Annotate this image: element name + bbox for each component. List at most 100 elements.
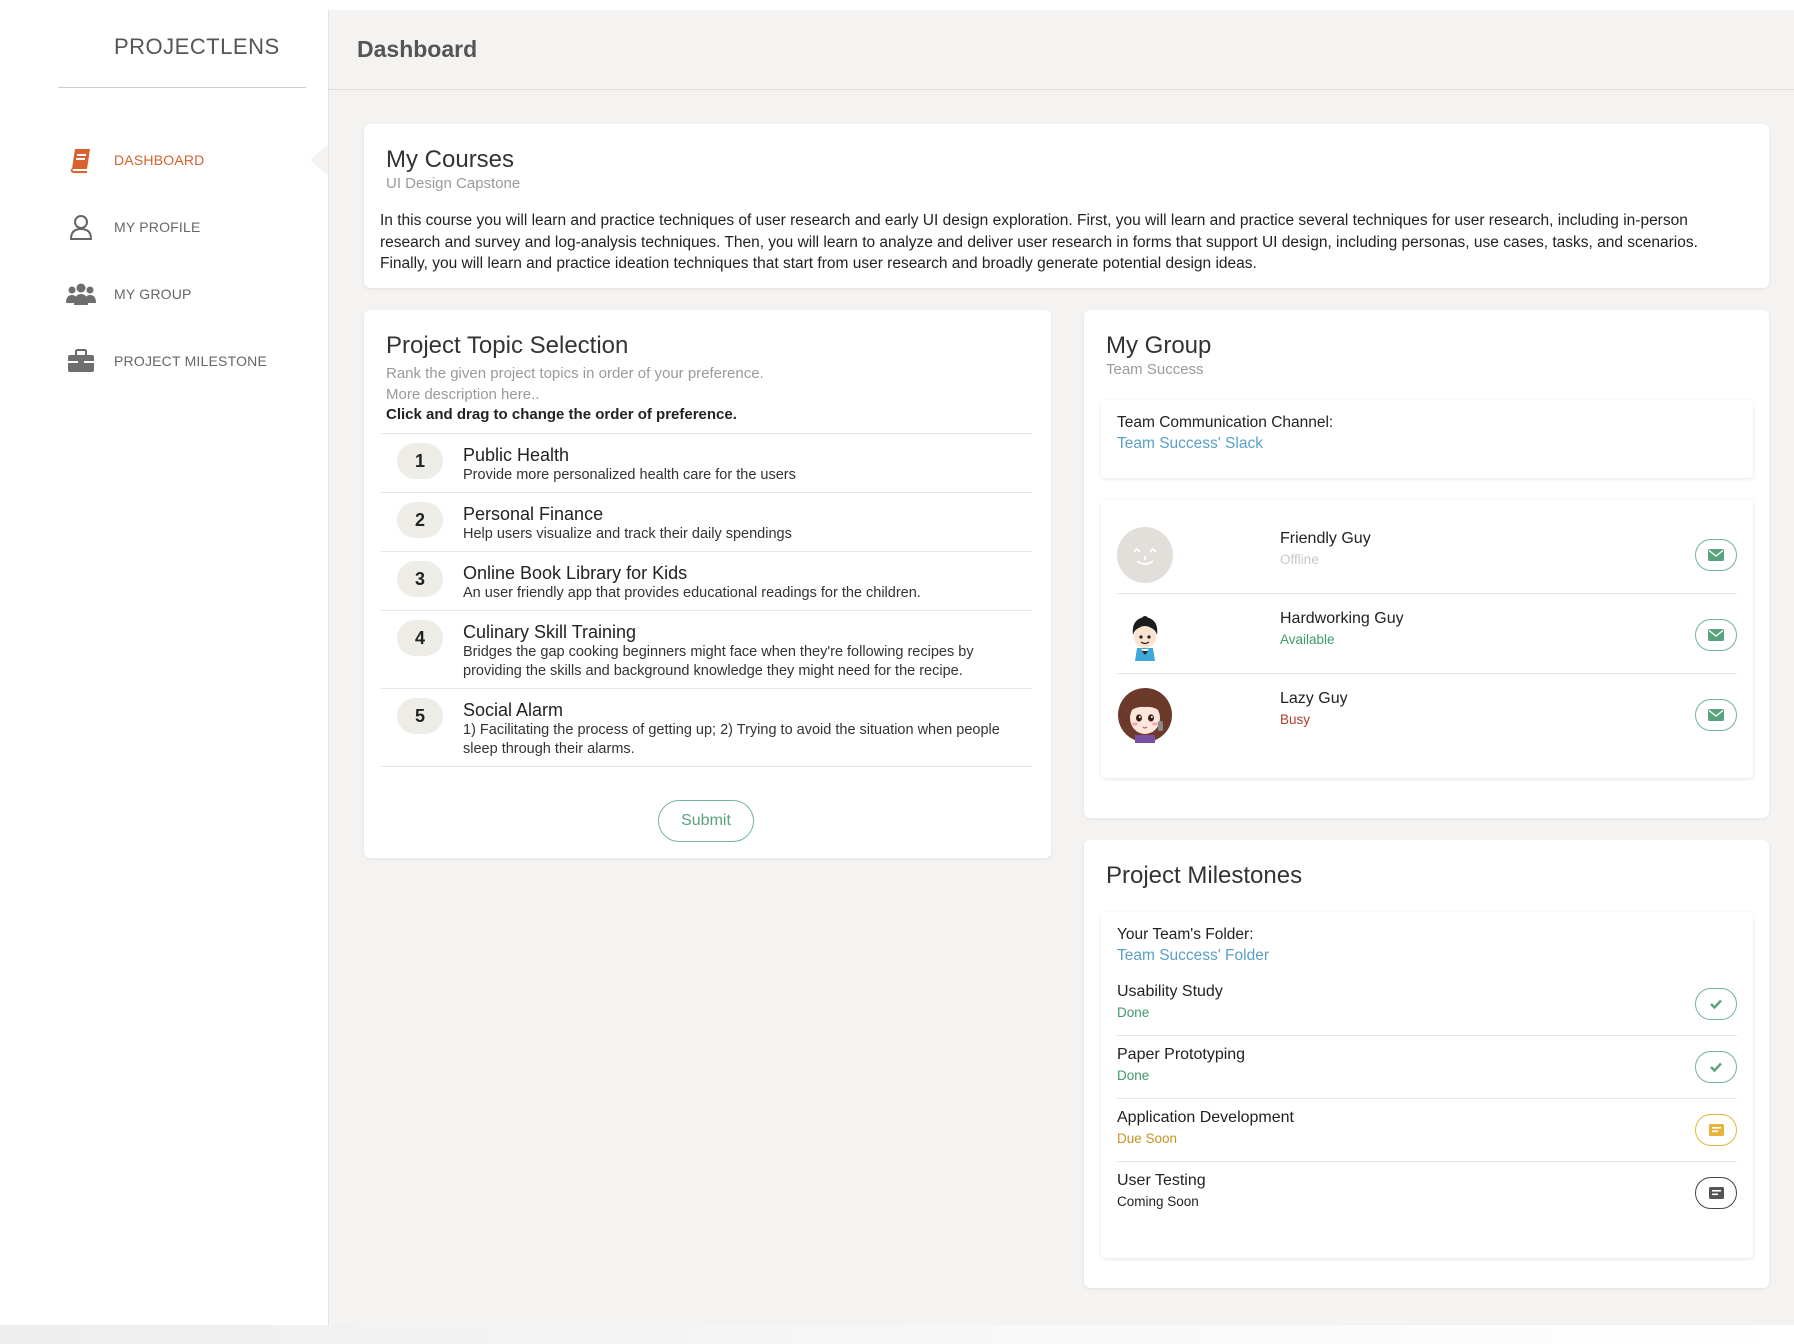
milestone-status: Coming Soon [1117, 1194, 1199, 1209]
channel-label: Team Communication Channel: [1117, 414, 1334, 431]
drag-instruction: Click and drag to change the order of pr… [386, 406, 737, 423]
envelope-icon [1708, 629, 1724, 641]
slack-link[interactable]: Team Success' Slack [1117, 435, 1737, 453]
briefcase-icon [66, 346, 96, 376]
sidebar-item-project-milestone[interactable]: PROJECT MILESTONE [0, 327, 328, 394]
member-status: Available [1280, 632, 1335, 647]
book-icon [66, 145, 96, 175]
milestone-status: Due Soon [1117, 1131, 1178, 1146]
team-folder: Your Team's Folder: Team Success' Folder [1117, 926, 1737, 965]
course-name: UI Design Capstone [386, 175, 521, 192]
check-icon [1710, 999, 1722, 1010]
member-row: Hardworking Guy Available [1117, 594, 1737, 674]
topic-name: Public Health [463, 445, 570, 465]
card-title: Project Milestones [1106, 862, 1303, 889]
brand-logo: PROJECTLENS [114, 34, 280, 59]
sidebar-nav: DASHBOARD MY PROFILE MY GROUP PROJECT MI… [0, 126, 328, 394]
milestone-status: Done [1117, 1068, 1150, 1083]
topic-item[interactable]: 3 Online Book Library for Kids An user f… [381, 552, 1032, 611]
calendar-icon [1708, 1124, 1724, 1136]
topic-description: 1) Facilitating the process of getting u… [463, 722, 1000, 757]
message-button[interactable] [1695, 699, 1737, 731]
milestone-name: Paper Prototyping [1117, 1046, 1246, 1063]
topic-list: 1 Public Health Provide more personalize… [381, 433, 1032, 767]
topic-name: Social Alarm [463, 700, 564, 720]
topic-item[interactable]: 5 Social Alarm 1) Facilitating the proce… [381, 689, 1032, 767]
milestone-name: User Testing [1117, 1172, 1206, 1189]
project-topic-selection-card: Project Topic Selection Rank the given p… [364, 310, 1051, 858]
milestone-name: Application Development [1117, 1109, 1294, 1126]
topic-hint: Rank the given project topics in order o… [386, 365, 764, 382]
topic-item[interactable]: 1 Public Health Provide more personalize… [381, 434, 1032, 493]
milestone-status-button[interactable] [1695, 1114, 1737, 1146]
topic-hint-more: More description here.. [386, 386, 540, 403]
sidebar-item-label: PROJECT MILESTONE [114, 352, 268, 369]
rank-badge: 2 [397, 502, 443, 538]
envelope-icon [1708, 709, 1724, 721]
avatar [1117, 687, 1173, 743]
member-name: Lazy Guy [1280, 690, 1348, 707]
milestone-name: Usability Study [1117, 983, 1223, 1000]
rank-badge: 1 [397, 443, 443, 479]
rank-badge: 3 [397, 561, 443, 597]
sidebar-item-my-profile[interactable]: MY PROFILE [0, 193, 328, 260]
topic-description: Help users visualize and track their dai… [463, 526, 792, 542]
sidebar: PROJECTLENS DASHBOARD MY PROFILE MY GROU… [0, 0, 328, 1344]
milestone-list: Your Team's Folder: Team Success' Folder… [1101, 912, 1753, 1258]
topic-item[interactable]: 2 Personal Finance Help users visualize … [381, 493, 1032, 552]
course-description: In this course you will learn and practi… [380, 212, 1698, 272]
project-milestones-card: Project Milestones Your Team's Folder: T… [1084, 840, 1769, 1288]
topic-description: Bridges the gap cooking beginners might … [463, 644, 974, 679]
topic-name: Online Book Library for Kids [463, 563, 688, 583]
topic-name: Culinary Skill Training [463, 622, 637, 642]
rank-badge: 5 [397, 698, 443, 734]
card-title: Project Topic Selection [386, 332, 629, 359]
topic-name: Personal Finance [463, 504, 604, 524]
folder-label: Your Team's Folder: [1117, 926, 1254, 943]
page-title: Dashboard [357, 36, 478, 62]
bottom-edge [0, 1325, 1794, 1344]
sidebar-item-label: MY GROUP [114, 285, 192, 302]
milestone-row: Usability Study Done [1117, 973, 1737, 1036]
member-status: Offline [1280, 552, 1319, 567]
check-icon [1710, 1062, 1722, 1073]
message-button[interactable] [1695, 539, 1737, 571]
divider [58, 87, 306, 88]
sidebar-item-my-group[interactable]: MY GROUP [0, 260, 328, 327]
sidebar-item-dashboard[interactable]: DASHBOARD [0, 126, 328, 193]
milestone-row: Paper Prototyping Done [1117, 1036, 1737, 1099]
milestone-row: User Testing Coming Soon [1117, 1162, 1737, 1225]
my-group-card: My Group Team Success Team Communication… [1084, 310, 1769, 818]
milestone-row: Application Development Due Soon [1117, 1099, 1737, 1162]
milestone-status-button[interactable] [1695, 1177, 1737, 1209]
member-list: Friendly Guy Offline Hardworking Guy Ava… [1101, 500, 1753, 778]
member-row: Lazy Guy Busy [1117, 674, 1737, 754]
main-content: Dashboard My Courses UI Design Capstone … [328, 10, 1794, 1344]
submit-button[interactable]: Submit [658, 800, 754, 842]
header: Dashboard [329, 10, 1794, 90]
member-row: Friendly Guy Offline [1117, 514, 1737, 594]
rank-badge: 4 [397, 620, 443, 656]
sidebar-item-label: DASHBOARD [114, 151, 205, 168]
member-status: Busy [1280, 712, 1311, 727]
communication-channel: Team Communication Channel: Team Success… [1101, 400, 1753, 478]
milestone-status: Done [1117, 1005, 1150, 1020]
message-button[interactable] [1695, 619, 1737, 651]
milestone-status-button[interactable] [1695, 988, 1737, 1020]
avatar [1117, 607, 1173, 663]
topic-item[interactable]: 4 Culinary Skill Training Bridges the ga… [381, 611, 1032, 689]
card-title: My Group [1106, 332, 1212, 359]
member-name: Hardworking Guy [1280, 610, 1404, 627]
envelope-icon [1708, 549, 1724, 561]
card-title: My Courses [386, 146, 515, 173]
sidebar-item-label: MY PROFILE [114, 218, 201, 235]
calendar-icon [1708, 1187, 1724, 1199]
group-icon [66, 279, 96, 309]
team-name: Team Success [1106, 361, 1204, 378]
member-name: Friendly Guy [1280, 530, 1371, 547]
milestone-status-button[interactable] [1695, 1051, 1737, 1083]
my-courses-card: My Courses UI Design Capstone In this co… [364, 124, 1769, 288]
topic-description: An user friendly app that provides educa… [463, 585, 921, 601]
topic-description: Provide more personalized health care fo… [463, 467, 796, 483]
folder-link[interactable]: Team Success' Folder [1117, 947, 1737, 965]
